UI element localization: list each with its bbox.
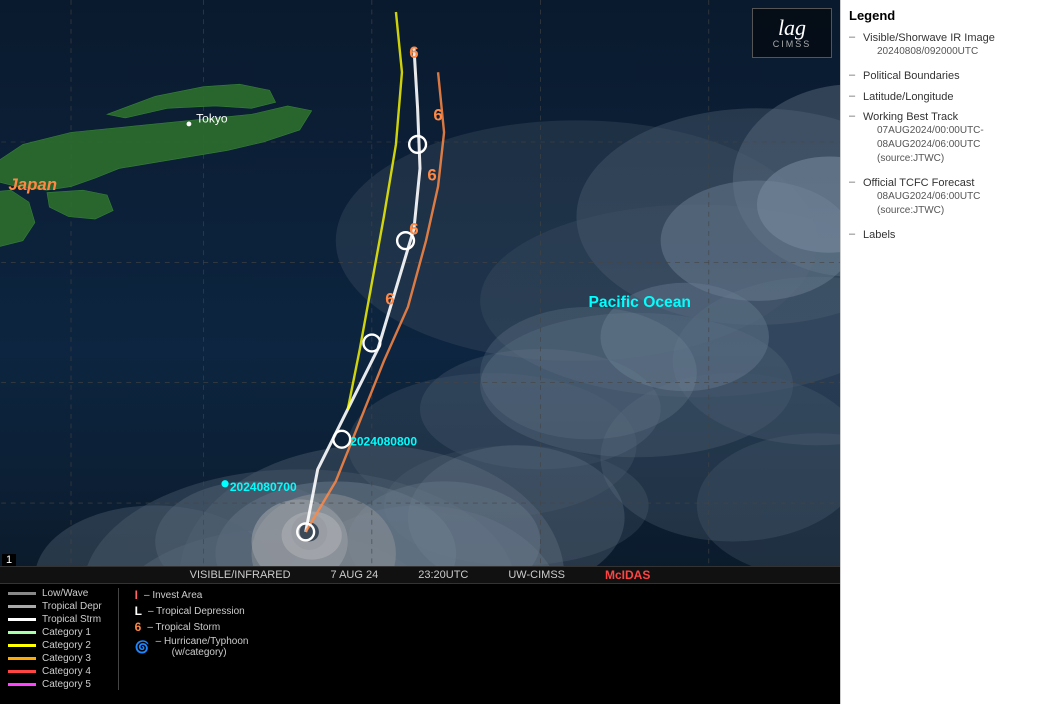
- legend-item-ts: Tropical Strm: [8, 614, 102, 625]
- bottom-legend-bar: Low/Wave Tropical Depr Tropical Strm Cat…: [0, 584, 840, 704]
- category-legend: Low/Wave Tropical Depr Tropical Strm Cat…: [8, 588, 102, 690]
- ts-sym-label: – Tropical Storm: [147, 622, 220, 633]
- legend-text-ir: Visible/Shorwave IR Image: [863, 31, 995, 45]
- legend-item-cat2: Category 2: [8, 640, 102, 651]
- legend-dash-tcfc: –: [849, 176, 857, 188]
- legend-item-cat3: Category 3: [8, 653, 102, 664]
- cimss-logo: lag CIMSS: [752, 8, 832, 58]
- legend-text-besttrack: Working Best Track: [863, 110, 1046, 124]
- legend-text-political: Political Boundaries: [863, 69, 960, 83]
- svg-text:Japan: Japan: [8, 175, 57, 194]
- legend-invest: I – Invest Area: [135, 588, 249, 602]
- legend-label-ts: Tropical Strm: [42, 614, 101, 625]
- legend-td-sym: L – Tropical Depression: [135, 604, 249, 618]
- invest-symbol: I: [135, 588, 138, 602]
- legend-item-low: Low/Wave: [8, 588, 102, 599]
- svg-text:6: 6: [409, 220, 418, 239]
- svg-text:Pacific Ocean: Pacific Ocean: [588, 294, 691, 311]
- legend-item-cat1: Category 1: [8, 627, 102, 638]
- cimss-label: CIMSS: [773, 39, 812, 49]
- legend-item-cat5: Category 5: [8, 679, 102, 690]
- legend-panel: Legend – Visible/Shorwave IR Image 20240…: [840, 0, 1054, 704]
- date-label: 7 AUG 24: [331, 569, 379, 581]
- svg-text:2024080700: 2024080700: [230, 480, 297, 494]
- legend-text-labels: Labels: [863, 228, 895, 242]
- legend-dash-labels: –: [849, 228, 857, 240]
- td-symbol: L: [135, 604, 142, 618]
- legend-text-latlon: Latitude/Longitude: [863, 90, 954, 104]
- legend-dash-latlon: –: [849, 90, 857, 102]
- legend-label-cat4: Category 4: [42, 666, 91, 677]
- legend-hurricane-sym: 🌀 – Hurricane/Typhoon(w/category): [135, 636, 249, 658]
- legend-entry-latlon: – Latitude/Longitude: [849, 90, 1046, 104]
- svg-text:2024080800: 2024080800: [350, 434, 417, 448]
- software-label: McIDAS: [605, 568, 650, 582]
- hurricane-symbol: 🌀: [135, 640, 150, 654]
- legend-entry-besttrack: – Working Best Track 07AUG2024/00:00UTC-…: [849, 110, 1046, 170]
- legend-label-cat1: Category 1: [42, 627, 91, 638]
- time-label: 23:20UTC: [418, 569, 468, 581]
- cimss-script: lag: [778, 17, 806, 39]
- legend-entry-ir: – Visible/Shorwave IR Image 20240808/092…: [849, 31, 1046, 63]
- legend-sub-ir: 20240808/092000UTC: [877, 45, 995, 59]
- legend-sub-tcfc: 08AUG2024/06:00UTC (source:JTWC): [877, 190, 1046, 218]
- td-sym-label: – Tropical Depression: [148, 606, 245, 617]
- legend-entry-political: – Political Boundaries: [849, 69, 1046, 83]
- legend-label-td: Tropical Depr: [42, 601, 102, 612]
- page-number: 1: [2, 554, 16, 566]
- hurricane-label: – Hurricane/Typhoon(w/category): [156, 636, 249, 658]
- svg-text:6: 6: [409, 43, 418, 62]
- symbol-legend: I – Invest Area L – Tropical Depression …: [118, 588, 249, 690]
- legend-dash-besttrack: –: [849, 110, 857, 122]
- legend-grid: Low/Wave Tropical Depr Tropical Strm Cat…: [8, 588, 832, 690]
- legend-item-td: Tropical Depr: [8, 601, 102, 612]
- invest-label: – Invest Area: [144, 590, 202, 601]
- legend-dash-political: –: [849, 69, 857, 81]
- mode-label: VISIBLE/INFRARED: [190, 569, 291, 581]
- legend-item-cat4: Category 4: [8, 666, 102, 677]
- legend-entry-labels: – Labels: [849, 228, 1046, 242]
- source-label: UW-CIMSS: [508, 569, 565, 581]
- legend-dash-ir: –: [849, 31, 857, 43]
- svg-text:6: 6: [427, 166, 436, 185]
- legend-ts-sym: 6 – Tropical Storm: [135, 620, 249, 634]
- map-section: 6 6 6 6 6 35N 30N 25N 20N 135E 140E 145E…: [0, 0, 840, 704]
- legend-label-cat3: Category 3: [42, 653, 91, 664]
- legend-label-cat5: Category 5: [42, 679, 91, 690]
- main-container: 6 6 6 6 6 35N 30N 25N 20N 135E 140E 145E…: [0, 0, 1054, 704]
- legend-panel-title: Legend: [849, 8, 1046, 23]
- ts-symbol: 6: [135, 620, 142, 634]
- svg-text:Tokyo: Tokyo: [196, 112, 228, 126]
- legend-label-low: Low/Wave: [42, 588, 88, 599]
- svg-text:6: 6: [433, 105, 442, 124]
- legend-sub-besttrack: 07AUG2024/00:00UTC-08AUG2024/06:00UTC (s…: [877, 124, 1046, 166]
- svg-text:6: 6: [385, 289, 394, 308]
- legend-text-tcfc: Official TCFC Forecast: [863, 176, 1046, 190]
- legend-label-cat2: Category 2: [42, 640, 91, 651]
- legend-entry-tcfc: – Official TCFC Forecast 08AUG2024/06:00…: [849, 176, 1046, 222]
- status-bar: VISIBLE/INFRARED 7 AUG 24 23:20UTC UW-CI…: [0, 566, 840, 584]
